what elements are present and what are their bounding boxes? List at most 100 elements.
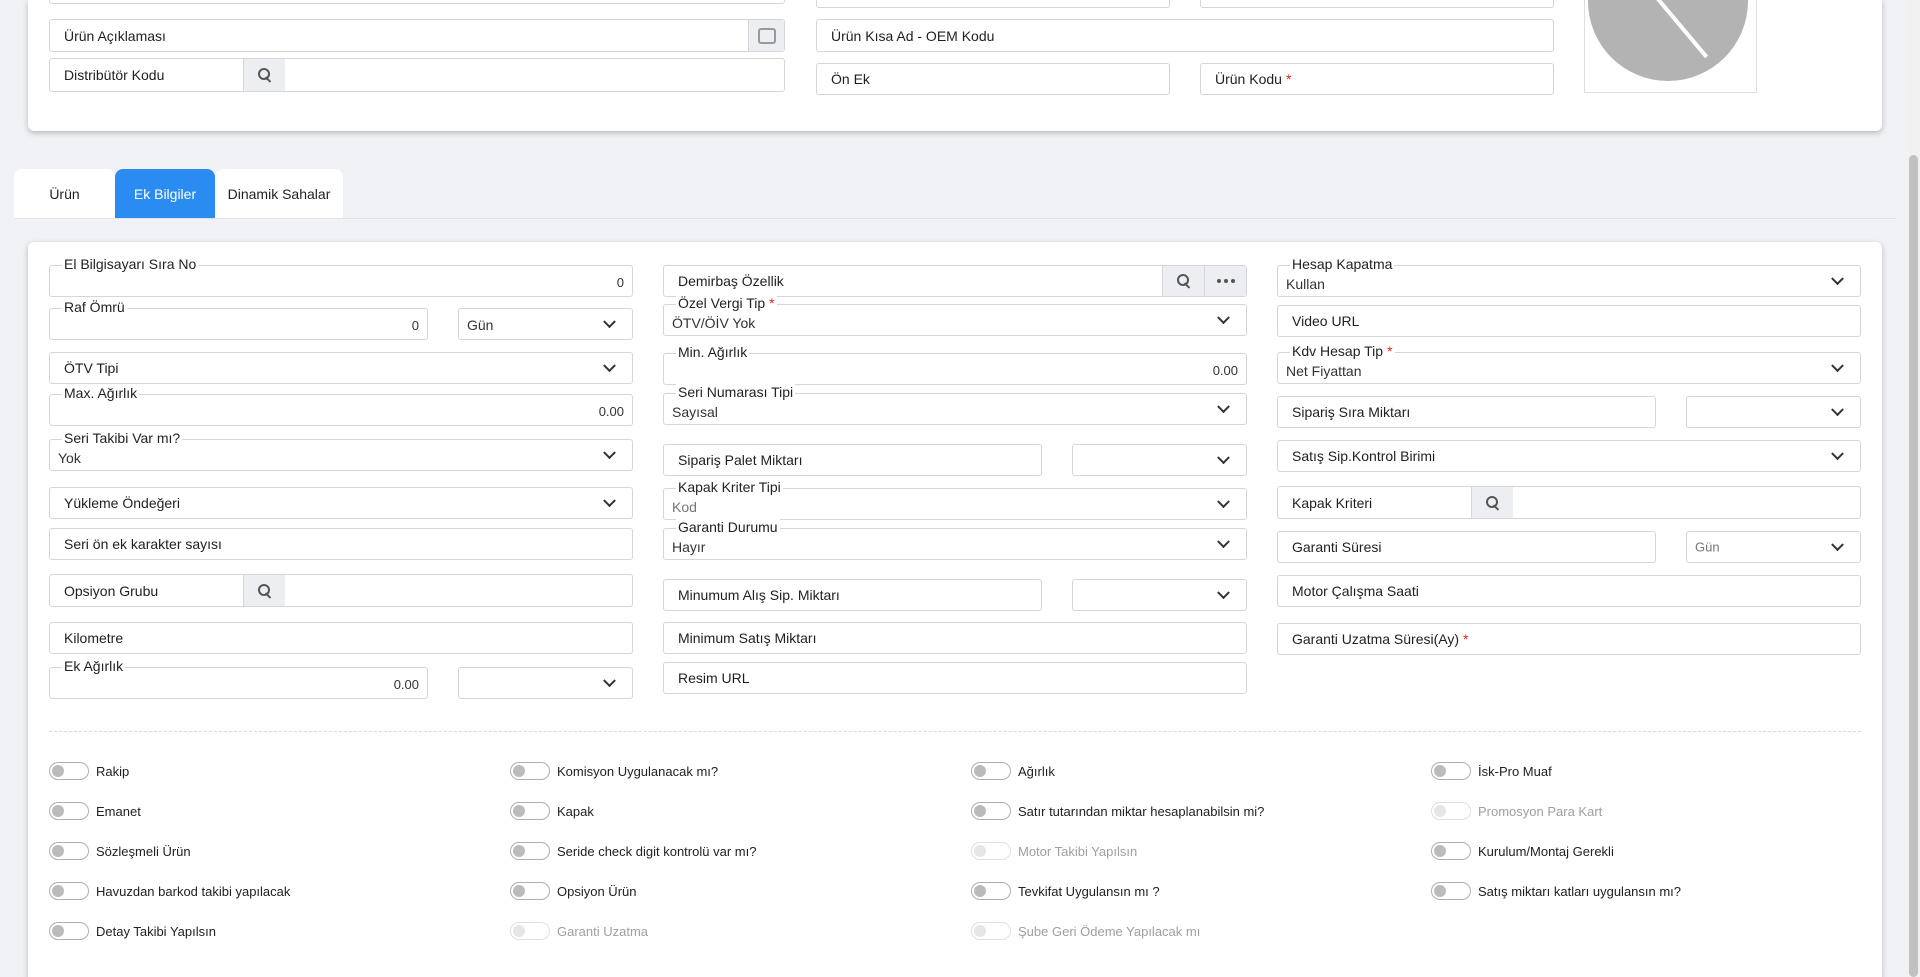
toggle-emanet[interactable]: Emanet xyxy=(49,802,141,820)
toggle-opsiyon-urun[interactable]: Opsiyon Ürün xyxy=(510,882,636,900)
toggle-agirlik[interactable]: Ağırlık xyxy=(971,762,1055,780)
garanti-uzatma-field[interactable]: Garanti Uzatma Süresi(Ay) * xyxy=(1277,623,1861,655)
ek-agirlik-field[interactable]: Ek Ağırlık 0.00 xyxy=(49,657,428,699)
toggle-switch[interactable] xyxy=(49,802,89,820)
toggle-kurulum-montaj[interactable]: Kurulum/Montaj Gerekli xyxy=(1431,842,1614,860)
toggle-switch[interactable] xyxy=(49,882,89,900)
min-agirlik-field[interactable]: Min. Ağırlık 0.00 xyxy=(663,343,1247,385)
product-image-frame[interactable] xyxy=(1584,0,1757,93)
tab-urun[interactable]: Ürün xyxy=(14,169,115,218)
toggle-satis-miktari-katlari[interactable]: Satış miktarı katları uygulansın mı? xyxy=(1431,882,1681,900)
toggle-label: Garanti Uzatma xyxy=(557,923,649,939)
urun-aciklamasi-field[interactable]: Ürün Açıklaması xyxy=(49,19,785,52)
kdv-hesap-label: Kdv Hesap Tip * xyxy=(1290,342,1395,360)
toggle-switch[interactable] xyxy=(1431,842,1471,860)
garanti-durumu-select[interactable]: Garanti Durumu Hayır xyxy=(663,518,1247,560)
toggle-komisyon[interactable]: Komisyon Uygulanacak mı? xyxy=(510,762,718,780)
toggle-detay-takibi[interactable]: Detay Takibi Yapılsın xyxy=(49,922,216,940)
distributor-kodu-field[interactable]: Distribütör Kodu xyxy=(49,58,785,92)
min-alis-unit-select[interactable] xyxy=(1072,579,1247,611)
raf-omru-field[interactable]: Raf Ömrü 0 xyxy=(49,298,428,340)
ek-agirlik-unit-select[interactable] xyxy=(458,667,633,699)
toggle-switch[interactable] xyxy=(971,762,1011,780)
min-agirlik-value: 0.00 xyxy=(1212,363,1238,378)
kdv-hesap-select[interactable]: Kdv Hesap Tip * Net Fiyattan xyxy=(1277,342,1861,384)
toggle-isk-pro-muaf[interactable]: İsk-Pro Muaf xyxy=(1431,762,1552,780)
opsiyon-grubu-field[interactable]: Opsiyon Grubu xyxy=(49,574,633,607)
hesap-kapatma-value: Kullan xyxy=(1286,276,1325,292)
kapak-kriteri-field[interactable]: Kapak Kriteri xyxy=(1277,486,1861,519)
toggle-havuzdan-barkod[interactable]: Havuzdan barkod takibi yapılacak xyxy=(49,882,290,900)
toggle-switch[interactable] xyxy=(1431,762,1471,780)
demirbas-more-button[interactable] xyxy=(1204,266,1246,296)
video-url-field[interactable]: Video URL xyxy=(1277,305,1861,337)
garanti-suresi-field[interactable]: Garanti Süresi xyxy=(1277,531,1656,563)
top-partial-field-1[interactable] xyxy=(49,0,785,4)
toggle-label: Havuzdan barkod takibi yapılacak xyxy=(96,883,291,899)
distributor-search-button[interactable] xyxy=(243,59,285,91)
toggle-satir-tutarindan[interactable]: Satır tutarından miktar hesaplanabilsin … xyxy=(971,802,1264,820)
toggle-label: Detay Takibi Yapılsın xyxy=(96,923,216,939)
otv-tipi-select[interactable]: ÖTV Tipi xyxy=(49,352,633,384)
section-divider xyxy=(49,731,1861,732)
toggle-rakip[interactable]: Rakip xyxy=(49,762,129,780)
toggle-label: Komisyon Uygulanacak mı? xyxy=(557,763,719,779)
scrollbar-track[interactable] xyxy=(1907,0,1920,977)
toggle-switch[interactable] xyxy=(510,802,550,820)
toggle-switch[interactable] xyxy=(510,842,550,860)
toggle-switch[interactable] xyxy=(49,842,89,860)
demirbas-search-button[interactable] xyxy=(1162,266,1204,296)
toggle-label: Motor Takibi Yapılsın xyxy=(1018,843,1138,859)
seri-on-ek-field[interactable]: Seri ön ek karakter sayısı xyxy=(49,528,633,560)
top-partial-field-2[interactable] xyxy=(816,0,1170,8)
ozel-vergi-select[interactable]: Özel Vergi Tip * ÖTV/ÖİV Yok xyxy=(663,294,1247,336)
siparis-palet-field[interactable]: Sipariş Palet Miktarı xyxy=(663,444,1042,476)
toggle-check-digit[interactable]: Seride check digit kontrolü var mı? xyxy=(510,842,756,860)
kapak-kriter-tipi-select[interactable]: Kapak Kriter Tipi Kod xyxy=(663,478,1247,520)
toggle-switch[interactable] xyxy=(971,802,1011,820)
tab-dinamik-sahalar[interactable]: Dinamik Sahalar xyxy=(215,169,343,218)
resim-url-field[interactable]: Resim URL xyxy=(663,662,1247,694)
distributor-kodu-label: Distribütör Kodu xyxy=(64,67,165,83)
translate-button[interactable] xyxy=(748,20,784,51)
hesap-kapatma-select[interactable]: Hesap Kapatma Kullan xyxy=(1277,255,1861,297)
garanti-durumu-value: Hayır xyxy=(672,539,706,555)
max-agirlik-field[interactable]: Max. Ağırlık 0.00 xyxy=(49,384,633,426)
seri-takibi-select[interactable]: Seri Takibi Var mı? Yok xyxy=(49,429,633,471)
toggle-tevkifat[interactable]: Tevkifat Uygulansın mı ? xyxy=(971,882,1160,900)
toggle-switch[interactable] xyxy=(49,762,89,780)
siparis-sira-unit-select[interactable] xyxy=(1686,396,1861,428)
garanti-suresi-unit-select[interactable]: Gün xyxy=(1686,531,1861,563)
top-partial-field-3[interactable] xyxy=(1200,0,1554,8)
demirbas-field[interactable]: Demirbaş Özellik xyxy=(663,265,1247,297)
toggle-switch[interactable] xyxy=(49,922,89,940)
toggle-switch[interactable] xyxy=(510,762,550,780)
urun-kodu-field[interactable]: Ürün Kodu * xyxy=(1200,63,1554,95)
opsiyon-search-button[interactable] xyxy=(243,575,285,606)
el-bilgisayari-field[interactable]: El Bilgisayarı Sıra No 0 xyxy=(49,255,633,297)
kilometre-field[interactable]: Kilometre xyxy=(49,622,633,654)
scrollbar-thumb[interactable] xyxy=(1909,155,1918,977)
toggle-sozlesmeli[interactable]: Sözleşmeli Ürün xyxy=(49,842,191,860)
tab-ek-bilgiler[interactable]: Ek Bilgiler xyxy=(115,169,215,218)
garanti-suresi-unit-value: Gün xyxy=(1695,539,1720,555)
max-agirlik-value: 0.00 xyxy=(598,404,624,419)
toggle-kapak[interactable]: Kapak xyxy=(510,802,594,820)
siparis-palet-unit-select[interactable] xyxy=(1072,444,1247,476)
toggle-switch[interactable] xyxy=(971,882,1011,900)
seri-numarasi-select[interactable]: Seri Numarası Tipi Sayısal xyxy=(663,383,1247,425)
min-satis-field[interactable]: Minimum Satış Miktarı xyxy=(663,622,1247,654)
motor-field[interactable]: Motor Çalışma Saati xyxy=(1277,575,1861,607)
yukleme-select[interactable]: Yükleme Öndeğeri xyxy=(49,487,633,519)
toggle-switch[interactable] xyxy=(510,882,550,900)
kapak-kriteri-search-button[interactable] xyxy=(1471,487,1513,518)
garanti-uzatma-label: Garanti Uzatma Süresi(Ay) * xyxy=(1292,631,1469,647)
siparis-sira-field[interactable]: Sipariş Sıra Miktarı xyxy=(1277,396,1656,428)
raf-omru-unit-select[interactable]: Gün xyxy=(458,308,633,340)
kisa-ad-field[interactable]: Ürün Kısa Ad - OEM Kodu xyxy=(816,19,1554,52)
satis-sip-select[interactable]: Satış Sip.Kontrol Birimi xyxy=(1277,440,1861,472)
min-alis-field[interactable]: Minumum Alış Sip. Miktarı xyxy=(663,579,1042,611)
toggle-switch[interactable] xyxy=(1431,882,1471,900)
seri-numarasi-value: Sayısal xyxy=(672,404,718,420)
on-ek-field[interactable]: Ön Ek xyxy=(816,63,1170,95)
